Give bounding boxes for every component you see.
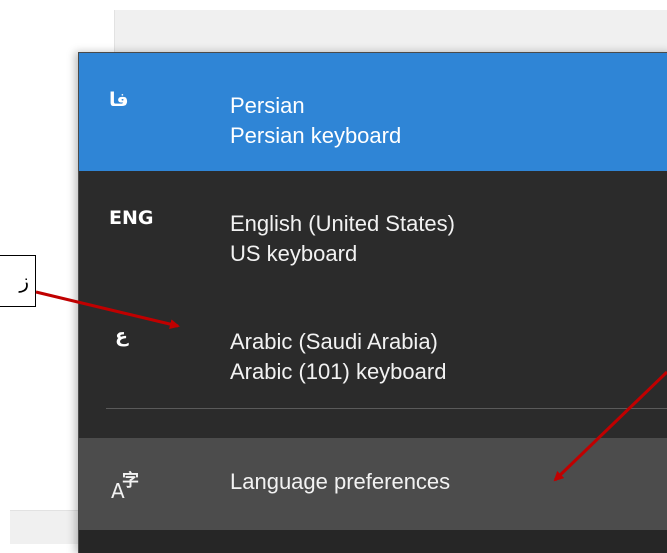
language-text: Persian Persian keyboard [230,91,401,151]
language-name: Arabic (Saudi Arabia) [230,329,438,354]
callout-text: ز [19,269,29,293]
language-preferences-label: Language preferences [230,469,451,494]
background-window-bottom [10,510,80,544]
keyboard-name: Arabic (101) keyboard [230,359,447,384]
menu-separator [106,408,667,409]
language-preferences-icon: A 字 [109,464,149,504]
language-abbreviation: فا [109,89,129,111]
language-abbreviation: ع [115,325,128,347]
language-text: English (United States) US keyboard [230,209,455,269]
keyboard-name: US keyboard [230,241,358,266]
callout-box: ز [0,255,36,307]
language-name: English (United States) [230,211,455,236]
language-text: Arabic (Saudi Arabia) Arabic (101) keybo… [230,327,446,387]
language-item-english[interactable]: ENG English (United States) US keyboard [79,171,667,289]
screenshot-stage: فا Persian Persian keyboard ENG English … [0,0,667,553]
svg-text:字: 字 [122,470,139,491]
language-abbreviation: ENG [109,207,154,229]
keyboard-name: Persian keyboard [230,123,402,148]
language-preferences-button[interactable]: A 字 Language preferences [79,438,667,530]
language-item-arabic[interactable]: ع Arabic (Saudi Arabia) Arabic (101) key… [79,289,667,407]
language-name: Persian [230,93,305,118]
language-flyout: فا Persian Persian keyboard ENG English … [78,52,667,553]
flyout-bottom-strip [79,530,667,553]
language-item-persian[interactable]: فا Persian Persian keyboard [79,53,667,171]
